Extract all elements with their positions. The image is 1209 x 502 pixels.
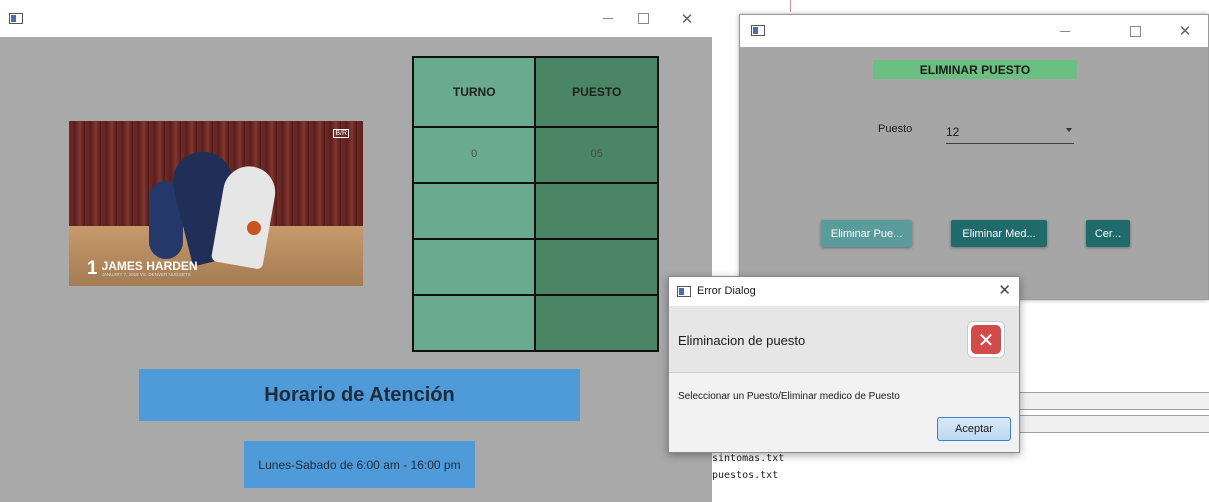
divider-mark [790,0,791,12]
close-icon[interactable]: ✕ [998,281,1011,299]
cell-puesto [534,182,659,240]
error-heading: Eliminacion de puesto [678,333,806,348]
delete-title: ELIMINAR PUESTO [873,60,1077,79]
error-icon: ✕ [967,321,1005,358]
chevron-down-icon [1066,128,1072,132]
video-thumbnail[interactable]: B/R 1 JAMES HARDEN JANUARY 7, 2019 VS. D… [69,121,363,286]
cerrar-button[interactable]: Cer... [1086,220,1130,247]
aceptar-button[interactable]: Aceptar [937,417,1011,441]
header-turno: TURNO [411,56,537,128]
video-caption: 1 JAMES HARDEN JANUARY 7, 2019 VS. DENVE… [87,256,198,282]
minimize-icon[interactable] [1042,15,1088,47]
table-row [411,238,659,296]
console-file-line: puestos.txt [712,470,779,481]
error-dialog-title: Error Dialog [697,285,756,297]
eliminar-medico-button[interactable]: Eliminar Med... [951,220,1047,247]
main-window: ✕ B/R 1 JAMES HARDEN JANUARY 7, 2019 VS.… [0,0,712,502]
delete-titlebar: ✕ [740,15,1208,47]
header-puesto: PUESTO [534,56,659,128]
app-icon [9,13,23,24]
table-row: 0 05 [411,126,659,184]
main-titlebar: ✕ [0,0,712,37]
console-file-line: sintomas.txt [712,453,785,464]
app-icon [751,25,765,36]
caption-text: JAMES HARDEN JANUARY 7, 2019 VS. DENVER … [102,260,198,278]
player-name: JAMES HARDEN [101,259,198,273]
eliminar-puesto-button[interactable]: Eliminar Pue... [821,220,912,247]
player-number: 1 [87,258,98,279]
puesto-selected-value: 12 [946,124,960,139]
close-icon[interactable]: ✕ [1162,15,1208,47]
basketball [247,221,261,235]
error-header: Eliminacion de puesto ✕ [669,306,1019,373]
delete-post-window: ✕ ELIMINAR PUESTO Puesto 12 Eliminar Pue… [739,14,1209,300]
table-row [411,182,659,240]
puesto-select[interactable]: 12 [946,117,1074,144]
schedule-title: Horario de Atención [139,369,580,421]
error-message: Seleccionar un Puesto/Eliminar medico de… [678,391,900,402]
cell-puesto: 05 [534,126,659,184]
br-logo: B/R [333,129,349,138]
close-icon[interactable]: ✕ [664,0,710,37]
maximize-icon[interactable] [1112,15,1158,47]
table-row [411,294,659,352]
caption-subtitle: JANUARY 7, 2019 VS. DENVER NUGGETS [101,272,191,277]
error-titlebar: Error Dialog ✕ [669,277,1019,306]
cell-turno [411,238,537,296]
app-icon [677,286,691,297]
shift-table: TURNO PUESTO 0 05 [411,56,659,352]
puesto-label: Puesto [878,123,913,135]
schedule-hours: Lunes-Sabado de 6:00 am - 16:00 pm [244,441,475,488]
cell-puesto [534,238,659,296]
cell-turno: 0 [411,126,537,184]
table-header-row: TURNO PUESTO [411,56,659,128]
error-x-icon: ✕ [971,325,1001,354]
cell-puesto [534,294,659,352]
cell-turno [411,294,537,352]
maximize-icon[interactable] [620,0,666,37]
cell-turno [411,182,537,240]
error-dialog: Error Dialog ✕ Eliminacion de puesto ✕ S… [668,276,1020,453]
